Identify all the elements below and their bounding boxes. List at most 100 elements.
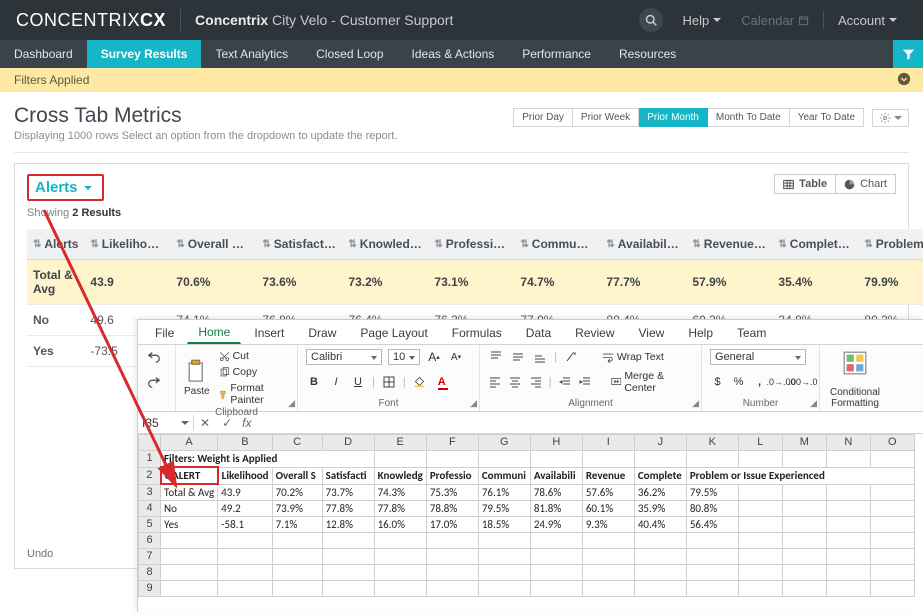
cell[interactable]: 73.7% <box>322 484 374 501</box>
cell[interactable] <box>782 517 826 533</box>
cell[interactable] <box>870 533 914 549</box>
cell[interactable] <box>478 565 530 581</box>
nav-tab-survey-results[interactable]: Survey Results <box>87 40 202 68</box>
cell[interactable]: Overall S <box>272 467 322 484</box>
column-letter[interactable]: D <box>322 435 374 451</box>
align-top-icon[interactable] <box>488 349 504 365</box>
comma-button[interactable]: , <box>752 374 767 390</box>
filter-toggle-button[interactable] <box>893 40 923 68</box>
cell[interactable]: Communi <box>478 467 530 484</box>
cell[interactable]: No <box>161 501 218 517</box>
cell[interactable] <box>686 533 738 549</box>
column-letter[interactable]: B <box>218 435 272 451</box>
increase-indent-icon[interactable] <box>578 374 592 390</box>
cell[interactable]: Filters: Weight is Applied <box>161 451 375 468</box>
cell[interactable] <box>478 549 530 565</box>
cell[interactable] <box>634 549 686 565</box>
cell[interactable] <box>582 451 634 468</box>
column-letter[interactable]: K <box>686 435 738 451</box>
column-letter[interactable]: H <box>530 435 582 451</box>
cell[interactable] <box>826 533 870 549</box>
column-letter[interactable]: O <box>870 435 914 451</box>
column-header[interactable]: ⇅Satisfactio… <box>256 229 342 260</box>
cell[interactable] <box>218 533 272 549</box>
cell[interactable] <box>738 451 782 468</box>
cell[interactable] <box>374 549 426 565</box>
cell[interactable] <box>826 549 870 565</box>
cell[interactable] <box>530 451 582 468</box>
expand-filters-icon[interactable] <box>897 72 911 89</box>
redo-icon[interactable] <box>146 374 162 390</box>
cell[interactable]: 40.4% <box>634 517 686 533</box>
view-chart-button[interactable]: Chart <box>836 174 896 194</box>
cell[interactable] <box>478 581 530 597</box>
cell[interactable] <box>374 451 426 468</box>
cell[interactable] <box>782 533 826 549</box>
bold-button[interactable]: B <box>306 374 322 390</box>
row-number[interactable]: 1 <box>139 451 161 468</box>
cell[interactable]: 9.3% <box>582 517 634 533</box>
cell[interactable] <box>478 451 530 468</box>
underline-button[interactable]: U <box>350 374 366 390</box>
excel-tab-formulas[interactable]: Formulas <box>441 322 513 344</box>
cell[interactable]: Professio <box>426 467 478 484</box>
cell[interactable] <box>782 549 826 565</box>
cell[interactable]: 24.9% <box>530 517 582 533</box>
search-icon[interactable] <box>639 8 663 32</box>
column-header[interactable]: ⇅Complete T… <box>772 229 858 260</box>
cell[interactable] <box>634 451 686 468</box>
cell[interactable] <box>530 549 582 565</box>
cell[interactable] <box>218 565 272 581</box>
number-format-select[interactable]: General <box>710 349 806 365</box>
cell[interactable] <box>272 565 322 581</box>
wrap-text-button[interactable]: Wrap Text <box>599 350 667 364</box>
cell[interactable] <box>530 581 582 597</box>
copy-button[interactable]: Copy <box>216 365 289 379</box>
cell[interactable] <box>782 451 826 468</box>
column-letter[interactable]: A <box>161 435 218 451</box>
cell[interactable]: Yes <box>161 517 218 533</box>
cell[interactable] <box>826 501 870 517</box>
excel-tab-help[interactable]: Help <box>677 322 724 344</box>
cell[interactable]: 73.9% <box>272 501 322 517</box>
cell[interactable]: 74.3% <box>374 484 426 501</box>
number-dialog-launcher[interactable]: ◢ <box>810 398 817 409</box>
cell[interactable] <box>272 581 322 597</box>
cell[interactable]: 79.5% <box>686 484 738 501</box>
help-menu[interactable]: Help <box>673 13 732 28</box>
metric-dropdown[interactable]: Alerts <box>27 174 104 201</box>
column-letter[interactable]: I <box>582 435 634 451</box>
cell[interactable] <box>826 565 870 581</box>
excel-tab-draw[interactable]: Draw <box>297 322 347 344</box>
cell[interactable] <box>686 451 738 468</box>
merge-center-button[interactable]: Merge & Center <box>608 369 693 395</box>
filters-applied-bar[interactable]: Filters Applied <box>0 68 923 92</box>
cell[interactable] <box>870 484 914 501</box>
cell[interactable] <box>826 484 870 501</box>
excel-sheet-grid[interactable]: ABCDEFGHIJKLMNO 1Filters: Weight is Appl… <box>138 434 915 597</box>
cell[interactable] <box>870 581 914 597</box>
alignment-dialog-launcher[interactable]: ◢ <box>692 398 699 409</box>
cell[interactable] <box>686 581 738 597</box>
cell[interactable] <box>272 549 322 565</box>
cell[interactable]: Availabili <box>530 467 582 484</box>
cell[interactable]: 77.8% <box>322 501 374 517</box>
excel-tab-review[interactable]: Review <box>564 322 625 344</box>
decrease-font-icon[interactable]: A▾ <box>448 349 464 365</box>
cut-button[interactable]: Cut <box>216 349 289 363</box>
cell[interactable] <box>426 581 478 597</box>
cell[interactable] <box>870 501 914 517</box>
cell[interactable] <box>161 565 218 581</box>
row-number[interactable]: 3 <box>139 484 161 501</box>
cell[interactable]: 7.1% <box>272 517 322 533</box>
time-month-to-date[interactable]: Month To Date <box>708 108 790 127</box>
cell[interactable] <box>738 533 782 549</box>
font-color-button[interactable]: A <box>434 374 450 390</box>
cell[interactable] <box>738 484 782 501</box>
column-header[interactable]: ⇅Likelihood t… <box>84 229 170 260</box>
cell[interactable]: 78.8% <box>426 501 478 517</box>
time-prior-week[interactable]: Prior Week <box>573 108 639 127</box>
column-header[interactable]: ⇅Alerts <box>27 229 84 260</box>
excel-tab-page-layout[interactable]: Page Layout <box>349 322 438 344</box>
column-letter[interactable]: E <box>374 435 426 451</box>
